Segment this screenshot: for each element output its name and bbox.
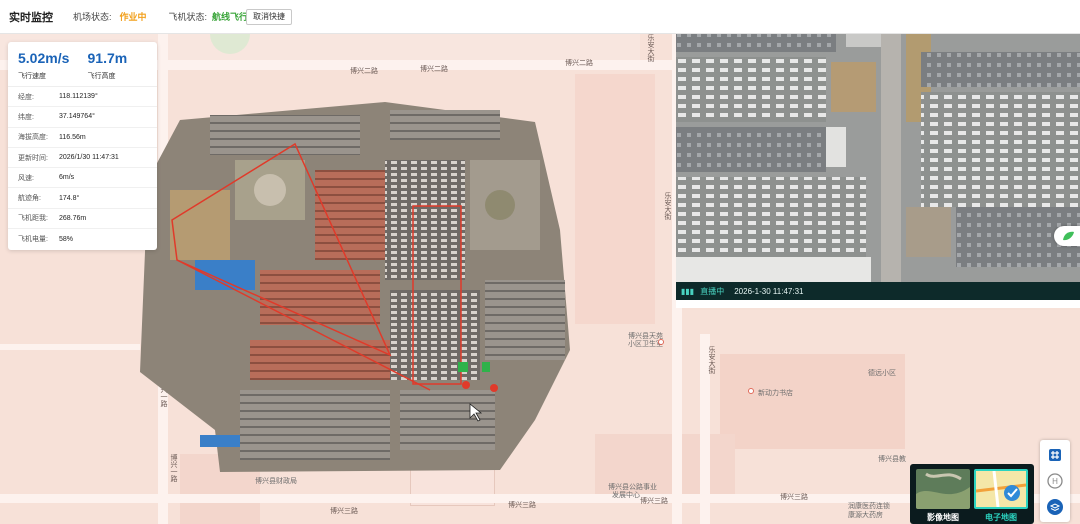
road-label: 博兴三路 — [508, 502, 536, 509]
collapse-video-button[interactable] — [1054, 226, 1080, 246]
poi-label: 新动力书店 — [758, 390, 793, 397]
telemetry-row: 飞机距我: 268.76m — [8, 209, 157, 230]
telemetry-panel: 5.02m/s 飞行速度 91.7m 飞行高度 经度: 118.112139° 纬… — [8, 42, 157, 250]
road-label: 博兴三路 — [640, 498, 668, 505]
aerial-orthophoto[interactable] — [140, 100, 570, 480]
satellite-layer-label: 影像地图 — [927, 513, 959, 522]
layer-switcher: 影像地图 电子地图 — [910, 464, 1034, 524]
poi-label: 康源大药房 — [848, 512, 883, 519]
cancel-shortcut-button[interactable]: 取消快捷 — [246, 9, 292, 25]
road-label: 博兴二路 — [420, 66, 448, 73]
vector-thumbnail — [976, 471, 1026, 507]
drone-locate-button[interactable] — [1044, 444, 1066, 466]
satellite-layer-option[interactable] — [916, 469, 970, 509]
video-status-bar: ▮▮▮ 直播中 2026-1-30 11:47:31 — [676, 282, 1080, 300]
flight-speed-label: 飞行速度 — [18, 73, 46, 80]
flight-altitude-value: 91.7m — [87, 50, 128, 66]
telemetry-row: 飞机电量: 58% — [18, 235, 74, 244]
telemetry-row: 航迹角: 174.8° — [8, 188, 157, 209]
road-label: 乐安大街 — [647, 34, 654, 62]
telemetry-row: 更新时间: 2026/1/30 11:47:31 — [8, 148, 157, 169]
road-label: 博兴三路 — [780, 494, 808, 501]
telemetry-row: 风速: 6m/s — [8, 168, 157, 189]
road-label: 博兴二路 — [350, 68, 378, 75]
flight-altitude-label: 飞行高度 — [87, 73, 116, 80]
helipad-icon: H — [1047, 473, 1063, 489]
road-label: 乐安大街 — [664, 192, 671, 220]
road-label: 博兴三路 — [330, 508, 358, 515]
poi-marker[interactable] — [748, 388, 754, 394]
vector-layer-label: 电子地图 — [985, 513, 1017, 522]
satellite-thumbnail — [916, 469, 970, 509]
svg-text:H: H — [1052, 477, 1058, 486]
live-label: 直播中 — [700, 286, 725, 296]
layers-button[interactable] — [1044, 496, 1066, 518]
signal-icon: ▮▮▮ — [681, 286, 695, 296]
top-bar: 实时监控 机场状态: 作业中 飞机状态: 航线飞行 取消快捷 — [0, 0, 1080, 34]
video-timestamp: 2026-1-30 11:47:31 — [734, 286, 804, 296]
live-video-panel[interactable]: ▮▮▮ 直播中 2026-1-30 11:47:31 — [676, 12, 1080, 308]
drone-status-value: 航线飞行 — [212, 12, 249, 22]
drone-icon — [1049, 449, 1061, 461]
telemetry-row: 海拔高度: 116.56m — [8, 128, 157, 148]
telemetry-row: 经度: 118.112139° — [8, 87, 157, 108]
vector-layer-option[interactable] — [974, 469, 1028, 509]
live-video-frame — [676, 12, 1080, 282]
layers-icon — [1047, 499, 1063, 515]
home-point-button[interactable]: H — [1044, 470, 1066, 492]
road-label: 乐安大街 — [708, 346, 715, 374]
poi-label: 博兴县教 — [878, 456, 906, 463]
page-title: 实时监控 — [9, 11, 53, 24]
flight-speed-value: 5.02m/s — [18, 50, 70, 66]
drone-status-label: 飞机状态: — [168, 12, 208, 22]
poi-marker[interactable] — [658, 339, 664, 345]
map-tools: H — [1040, 440, 1070, 522]
poi-label: 发展中心 — [612, 492, 640, 499]
leaf-icon — [1063, 231, 1074, 241]
airport-status-value: 作业中 — [119, 12, 147, 22]
airport-status-label: 机场状态: — [73, 12, 112, 22]
telemetry-row: 纬度: 37.149764° — [8, 107, 157, 128]
poi-label: 德远小区 — [868, 370, 896, 377]
road-label: 博兴二路 — [565, 60, 593, 67]
